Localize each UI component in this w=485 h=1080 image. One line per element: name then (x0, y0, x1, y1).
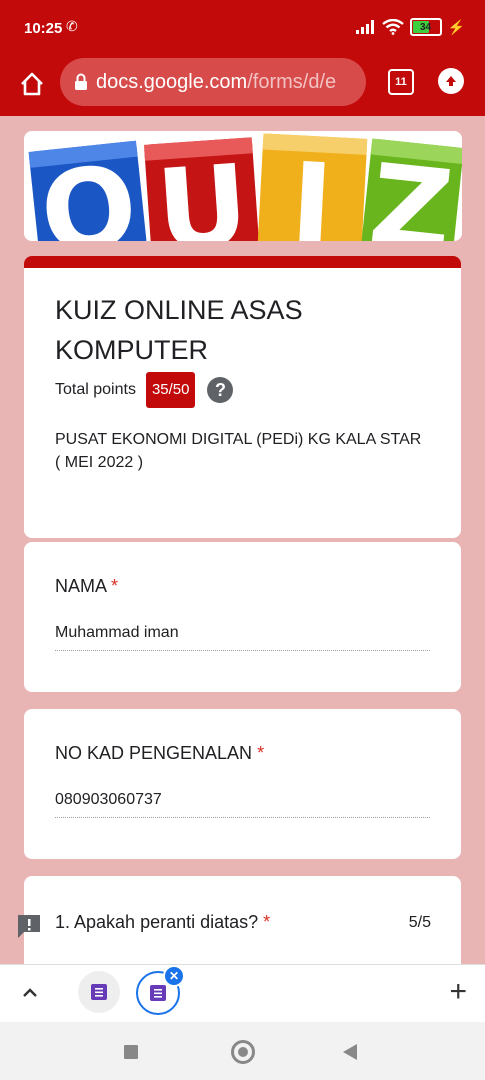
report-feedback-icon[interactable] (16, 913, 42, 939)
total-points-label: Total points (55, 381, 136, 398)
chevron-up-icon[interactable] (20, 983, 40, 1003)
signal-icon (355, 20, 374, 34)
name-label: NAMA * (55, 576, 118, 597)
url-text: docs.google.com/forms/d/e (96, 71, 336, 94)
ic-label-text: NO KAD PENGENALAN (55, 743, 253, 763)
back-button[interactable] (343, 1044, 357, 1060)
new-tab-button[interactable]: + (449, 977, 467, 1007)
google-forms-icon (150, 985, 166, 1001)
home-nav-button[interactable] (231, 1040, 255, 1064)
form-header-card: KUIZ ONLINE ASAS KOMPUTER Total points 3… (24, 256, 461, 538)
wifi-call-icon: ✆ (66, 18, 78, 34)
form-description: PUSAT EKONOMI DIGITAL (PEDi) KG KALA STA… (55, 428, 435, 474)
ic-answer[interactable]: 080903060737 (55, 791, 430, 818)
upload-arrow-icon (446, 76, 456, 86)
banner-letter-q: Q (35, 141, 143, 241)
tab-forms-1[interactable] (78, 971, 120, 1013)
required-mark: * (263, 912, 271, 932)
description-line-2: ( MEI 2022 ) (55, 454, 144, 471)
question-1-score: 5/5 (408, 914, 431, 931)
charging-icon: ⚡ (447, 18, 465, 35)
banner-letter-u: U (153, 141, 253, 241)
ic-label: NO KAD PENGENALAN * (55, 743, 264, 764)
wifi-icon (381, 19, 404, 35)
lock-icon (74, 73, 88, 91)
description-line-1: PUSAT EKONOMI DIGITAL (PEDi) KG KALA STA… (55, 431, 422, 448)
recents-button[interactable] (124, 1045, 138, 1059)
address-bar[interactable]: docs.google.com/forms/d/e (60, 58, 366, 106)
name-question-card: NAMA * Muhammad iman (24, 542, 461, 692)
question-1-card: 1. Apakah peranti diatas? * 5/5 (24, 876, 461, 964)
status-icons: 34 ⚡ (355, 18, 465, 36)
browser-menu-button[interactable] (438, 68, 464, 94)
status-time: 10:25 (24, 20, 63, 37)
ic-question-card: NO KAD PENGENALAN * 080903060737 (24, 709, 461, 859)
close-tab-icon[interactable]: ✕ (163, 965, 185, 987)
battery-icon: 34 (409, 18, 442, 36)
banner-letter-z: Z (364, 140, 458, 241)
google-forms-icon (91, 984, 107, 1000)
status-bar: 10:25 ✆ 34 ⚡ (0, 0, 485, 56)
required-mark: * (257, 743, 265, 763)
name-label-text: NAMA (55, 576, 107, 596)
total-points-badge: 35/50 (145, 372, 196, 408)
browser-bottom-bar: ✕ + (0, 964, 485, 1023)
form-title: KUIZ ONLINE ASAS KOMPUTER (55, 295, 303, 365)
form-page: Q U I Z KUIZ ONLINE ASAS KOMPUTER Total … (0, 116, 485, 964)
system-nav-bar (0, 1022, 485, 1080)
browser-toolbar: docs.google.com/forms/d/e 11 (0, 56, 485, 116)
header-image: Q U I Z (24, 131, 462, 241)
battery-text: 34 (420, 21, 432, 33)
help-icon[interactable]: ? (207, 377, 234, 403)
url-path: /forms/d/e (247, 70, 337, 93)
url-domain: docs.google.com (96, 70, 248, 93)
tab-switcher-button[interactable]: 11 (388, 69, 414, 95)
name-answer[interactable]: Muhammad iman (55, 624, 430, 651)
home-icon[interactable] (14, 66, 50, 102)
required-mark: * (111, 576, 119, 596)
banner-letter-i: I (288, 139, 336, 241)
question-1-label: 1. Apakah peranti diatas? * (55, 912, 270, 933)
total-points-row: Total points 35/50 ? (55, 372, 234, 408)
question-1-text: 1. Apakah peranti diatas? (55, 912, 259, 932)
